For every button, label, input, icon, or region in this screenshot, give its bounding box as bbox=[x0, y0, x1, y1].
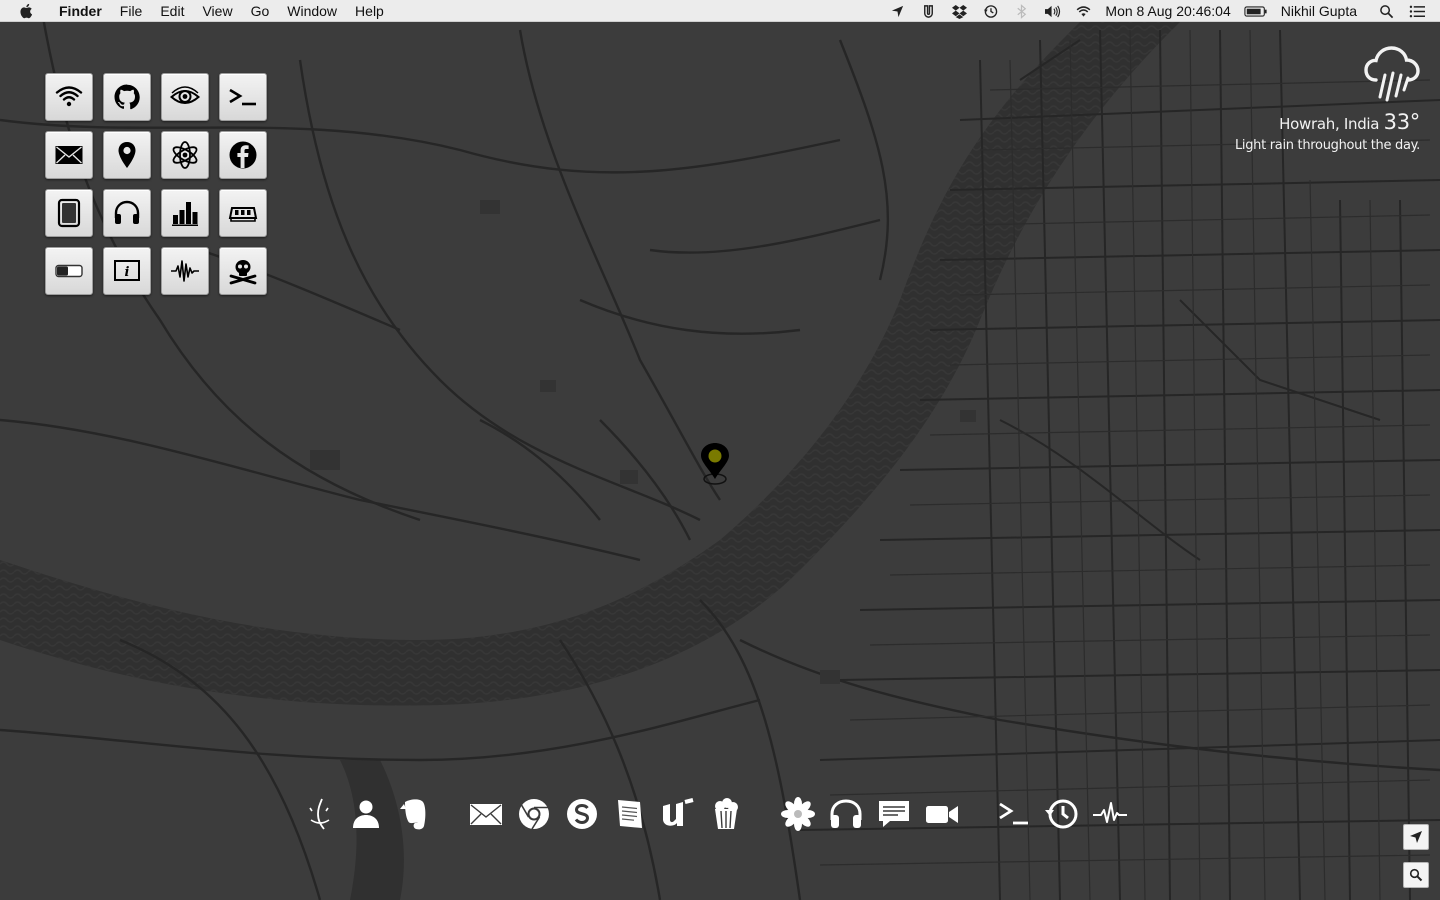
weather-location: Howrah, India bbox=[1279, 115, 1380, 133]
terminal-icon bbox=[999, 802, 1028, 825]
dock-messages[interactable] bbox=[874, 792, 914, 836]
maps-tile[interactable] bbox=[103, 131, 151, 179]
headphones-tile[interactable] bbox=[103, 189, 151, 237]
bar-chart-icon bbox=[172, 202, 198, 226]
battery-toggle-icon bbox=[55, 264, 83, 278]
battery-icon[interactable] bbox=[1237, 0, 1275, 22]
info-icon: i bbox=[114, 260, 140, 281]
facebook-icon bbox=[229, 141, 257, 169]
wifi-icon bbox=[55, 86, 83, 107]
dropbox-icon[interactable] bbox=[944, 0, 975, 22]
wifi-tile[interactable] bbox=[45, 73, 93, 121]
headphones-icon bbox=[114, 200, 140, 224]
time-machine-icon bbox=[1045, 799, 1078, 829]
menu-go[interactable]: Go bbox=[242, 0, 279, 22]
menu-help[interactable]: Help bbox=[346, 0, 393, 22]
dock-terminal[interactable] bbox=[994, 792, 1034, 836]
skull-tile[interactable] bbox=[219, 247, 267, 295]
dock-photos[interactable] bbox=[778, 792, 818, 836]
dock-activity-monitor[interactable] bbox=[1090, 792, 1130, 836]
terminal-tile[interactable] bbox=[219, 73, 267, 121]
search-icon bbox=[1409, 868, 1423, 882]
chrome-icon bbox=[519, 799, 549, 830]
widget-grid: i bbox=[45, 73, 267, 295]
tablet-icon bbox=[57, 198, 81, 228]
location-icon[interactable] bbox=[882, 0, 913, 22]
utorrent-icon[interactable] bbox=[913, 0, 944, 22]
menu-file[interactable]: File bbox=[111, 0, 152, 22]
waveform-tile[interactable] bbox=[161, 247, 209, 295]
locate-me-button[interactable] bbox=[1403, 824, 1429, 850]
messages-icon bbox=[879, 801, 909, 827]
memory-tile[interactable] bbox=[219, 189, 267, 237]
memory-icon bbox=[228, 207, 258, 222]
wifi-icon[interactable] bbox=[1068, 0, 1099, 22]
terminal-icon bbox=[229, 88, 256, 106]
contacts-icon bbox=[353, 800, 379, 828]
facetime-icon bbox=[926, 806, 958, 823]
dock-mail[interactable] bbox=[466, 792, 506, 836]
eye-tile[interactable] bbox=[161, 73, 209, 121]
eye-icon bbox=[170, 86, 200, 104]
menu-window[interactable]: Window bbox=[278, 0, 346, 22]
notification-center-icon[interactable] bbox=[1402, 0, 1440, 22]
dock-time-machine[interactable] bbox=[1042, 792, 1082, 836]
apple-menu-icon[interactable] bbox=[18, 2, 36, 20]
dock-evernote[interactable] bbox=[394, 792, 434, 836]
weather-temperature: 33° bbox=[1383, 110, 1421, 134]
user-name[interactable]: Nikhil Gupta bbox=[1275, 0, 1371, 22]
rain-cloud-icon bbox=[1364, 46, 1420, 102]
atom-icon bbox=[172, 141, 198, 169]
notes-icon bbox=[618, 800, 642, 828]
menu-view[interactable]: View bbox=[193, 0, 241, 22]
dock-chrome[interactable] bbox=[514, 792, 554, 836]
volume-icon[interactable] bbox=[1037, 0, 1068, 22]
popcorn-icon bbox=[715, 798, 738, 829]
chart-tile[interactable] bbox=[161, 189, 209, 237]
info-tile[interactable]: i bbox=[103, 247, 151, 295]
menu-edit[interactable]: Edit bbox=[151, 0, 193, 22]
current-location-pin[interactable] bbox=[700, 441, 730, 487]
svg-text:i: i bbox=[125, 265, 130, 280]
dock-popcorn[interactable] bbox=[706, 792, 746, 836]
menu-app-name[interactable]: Finder bbox=[50, 0, 111, 22]
dock-notes[interactable] bbox=[610, 792, 650, 836]
clock-datetime[interactable]: Mon 8 Aug 20:46:04 bbox=[1099, 0, 1236, 22]
map-search-button[interactable] bbox=[1403, 862, 1429, 888]
activity-monitor-icon bbox=[1093, 802, 1127, 823]
time-machine-icon[interactable] bbox=[975, 0, 1006, 22]
github-icon bbox=[114, 84, 140, 110]
dock-music[interactable] bbox=[826, 792, 866, 836]
headphones-icon bbox=[830, 799, 862, 828]
mail-tile[interactable] bbox=[45, 131, 93, 179]
atom-tile[interactable] bbox=[161, 131, 209, 179]
facebook-tile[interactable] bbox=[219, 131, 267, 179]
tablet-tile[interactable] bbox=[45, 189, 93, 237]
finder-icon bbox=[309, 798, 330, 830]
bluetooth-icon[interactable] bbox=[1006, 0, 1037, 22]
skype-icon bbox=[567, 799, 597, 829]
weather-widget: Howrah, India 33° Light rain throughout … bbox=[1120, 44, 1420, 153]
dock-utorrent[interactable] bbox=[658, 792, 698, 836]
dock-finder[interactable] bbox=[300, 792, 340, 836]
github-tile[interactable] bbox=[103, 73, 151, 121]
dock-skype[interactable] bbox=[562, 792, 602, 836]
utorrent-icon bbox=[663, 798, 694, 826]
mail-icon bbox=[470, 804, 502, 825]
battery-tile[interactable] bbox=[45, 247, 93, 295]
weather-location-line: Howrah, India 33° bbox=[1120, 110, 1420, 134]
waveform-icon bbox=[171, 260, 199, 282]
skull-crossbones-icon bbox=[229, 260, 257, 285]
menu-bar: Finder File Edit View Go Window Help Mon… bbox=[0, 0, 1440, 22]
weather-summary: Light rain throughout the day. bbox=[1234, 138, 1420, 153]
photos-icon bbox=[781, 797, 815, 831]
spotlight-search-icon[interactable] bbox=[1371, 0, 1402, 22]
map-pin-icon bbox=[118, 142, 136, 168]
mail-icon bbox=[55, 146, 83, 164]
dock-contacts[interactable] bbox=[346, 792, 386, 836]
dock bbox=[300, 792, 1140, 836]
dock-facetime[interactable] bbox=[922, 792, 962, 836]
location-arrow-icon bbox=[1410, 831, 1422, 843]
evernote-icon bbox=[400, 799, 426, 830]
